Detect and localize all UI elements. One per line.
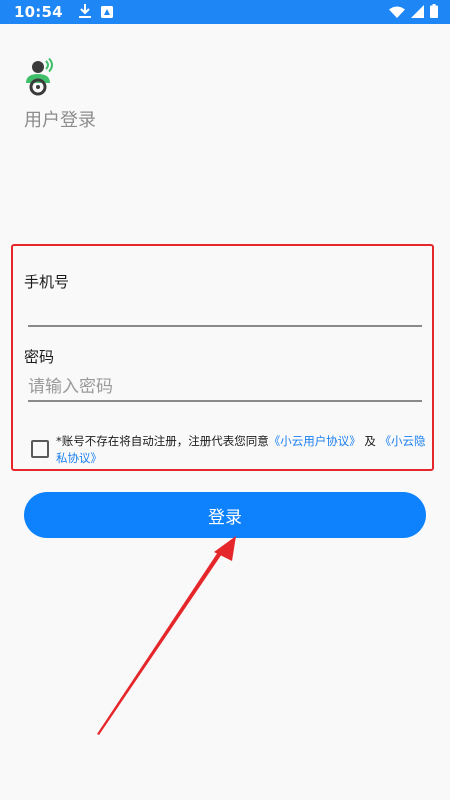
user-broadcast-logo-icon: [22, 57, 58, 97]
signal-icon: [411, 3, 424, 22]
agreement-text: *账号不存在将自动注册，注册代表您同意《小云用户协议》 及 《小云隐私协议》: [56, 433, 426, 467]
user-agreement-link[interactable]: 《小云用户协议》: [269, 434, 361, 448]
download-icon: [78, 3, 91, 22]
agreement-and: 及: [360, 434, 380, 448]
status-bar: 10:54: [0, 0, 450, 24]
wifi-icon: [389, 3, 405, 22]
page-title: 用户登录: [24, 110, 96, 131]
phone-input[interactable]: [28, 294, 422, 324]
app-icon: [100, 3, 113, 22]
login-button[interactable]: 登录: [24, 492, 426, 538]
phone-label: 手机号: [24, 273, 70, 291]
status-time: 10:54: [14, 3, 63, 21]
password-input-underline: [28, 400, 422, 402]
agreement-checkbox[interactable]: [31, 440, 49, 458]
password-label: 密码: [24, 348, 55, 366]
agreement-prefix: *账号不存在将自动注册，注册代表您同意: [56, 434, 269, 448]
password-input[interactable]: [28, 372, 422, 402]
battery-icon: [430, 3, 438, 22]
phone-input-underline: [28, 325, 422, 327]
